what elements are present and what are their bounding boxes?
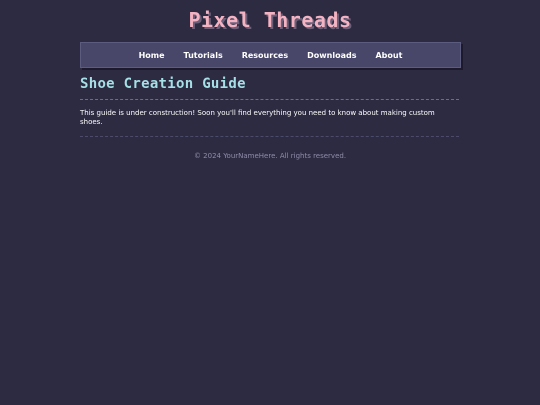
nav-link-about[interactable]: About	[366, 51, 412, 60]
heading-divider	[80, 99, 459, 100]
footer-divider	[80, 136, 459, 137]
nav-link-resources[interactable]: Resources	[232, 51, 297, 60]
body-text: This guide is under construction! Soon y…	[80, 109, 435, 126]
site-title: Pixel Threads	[188, 8, 352, 32]
page-heading: Shoe Creation Guide	[80, 76, 246, 92]
nav-link-downloads[interactable]: Downloads	[298, 51, 366, 60]
nav-link-home[interactable]: Home	[129, 51, 174, 60]
nav-link-tutorials[interactable]: Tutorials	[174, 51, 232, 60]
main-nav: Home Tutorials Resources Downloads About	[80, 42, 461, 68]
footer-copyright: © 2024 YourNameHere. All rights reserved…	[193, 152, 347, 160]
